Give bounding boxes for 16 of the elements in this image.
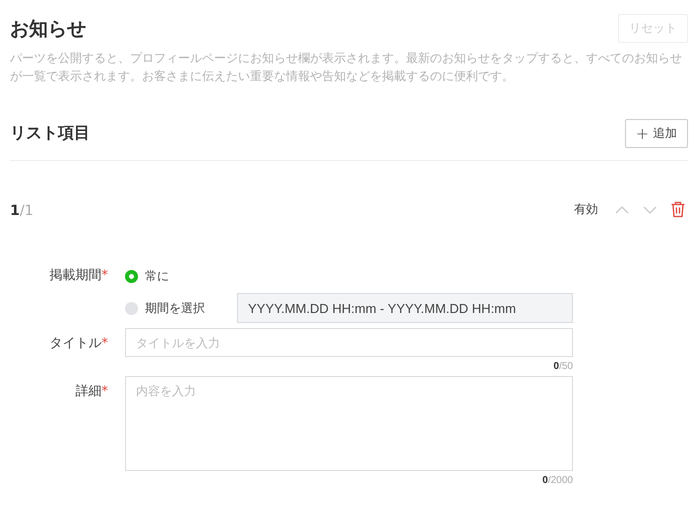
field-label: 詳細* <box>76 383 108 400</box>
field-label: タイトル* <box>50 335 108 352</box>
char-counter: 0/50 <box>554 361 573 372</box>
description-text: パーツを公開すると、プロフィールページにお知らせ欄が表示されます。最新のお知らせをタップすると、すべてのお知らせが一覧で表示されます。お客さまに伝えたい重要な情報や告知などを掲載するのに便利です。 <box>10 50 683 85</box>
status-label: 有効 <box>574 201 598 218</box>
radio-option[interactable]: 期間を選択 <box>125 300 237 316</box>
add-button[interactable]: + 追加 <box>624 119 688 148</box>
field-label: 掲載期間* <box>50 267 108 284</box>
section-title: リスト項目 <box>10 123 90 144</box>
detail-textarea[interactable]: 内容を入力 <box>125 376 573 471</box>
title-input[interactable]: タイトルを入力 <box>125 328 573 357</box>
page-title: お知らせ <box>10 16 86 42</box>
trash-icon <box>670 201 686 218</box>
char-counter: 0/2000 <box>542 475 573 486</box>
item-counter: 1/1 <box>10 202 34 219</box>
radio-option[interactable]: 常に <box>125 268 237 284</box>
